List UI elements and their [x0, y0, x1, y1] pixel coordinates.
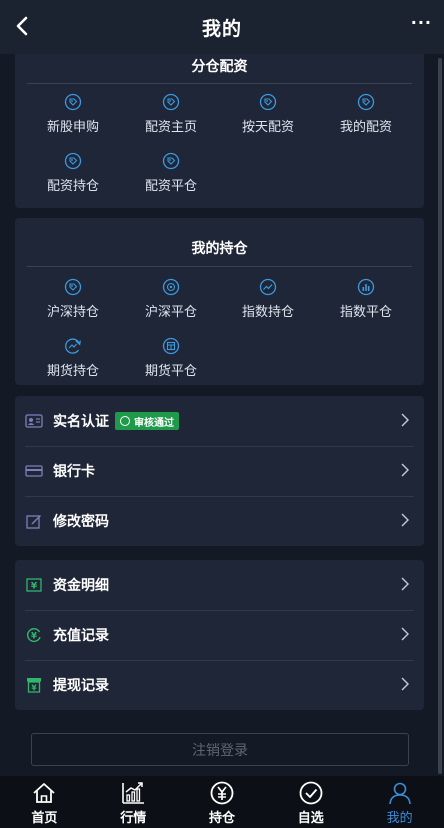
back-arrow-icon[interactable]	[10, 14, 34, 38]
account-card: 实名认证 审核通过 银行卡 修改密码	[15, 396, 424, 546]
grid-item-my-allocation[interactable]: 我的配资	[316, 93, 416, 135]
trend-icon	[259, 278, 277, 296]
row-label: 修改密码	[53, 514, 109, 530]
funds-card: ¥ 资金明细 ¥ 充值记录 ¥ 提现记录	[15, 560, 424, 710]
row-bank-card[interactable]: 银行卡	[15, 446, 424, 496]
home-icon	[33, 783, 55, 803]
tab-label: 我的	[386, 811, 413, 826]
svg-text:¥: ¥	[31, 582, 38, 592]
grid-item-allocation-positions[interactable]: 配资持仓	[23, 152, 123, 194]
svg-text:¥: ¥	[31, 684, 37, 693]
chevron-right-icon	[401, 513, 409, 527]
logout-button[interactable]: 注销登录	[31, 733, 409, 766]
tag-icon	[64, 278, 82, 296]
content-scroll-area[interactable]: 分仓配资 新股申购 配资主页 按天配资 我的配资 配资持仓 配资平仓 我的持仓	[0, 54, 444, 776]
grid-item-label: 指数持仓	[241, 305, 294, 320]
positions-card-title: 我的持仓	[191, 241, 248, 257]
money-icon: ¥	[25, 576, 43, 594]
status-badge: 审核通过	[115, 412, 179, 430]
chevron-right-icon	[401, 463, 409, 477]
recharge-icon: ¥	[25, 626, 43, 644]
chevron-right-icon	[401, 413, 409, 427]
row-label: 银行卡	[53, 464, 95, 480]
positions-card: 我的持仓 沪深持仓 沪深平仓 指数持仓 指数平仓 期货持仓 期货平仓	[15, 218, 424, 385]
top-nav-bar: 我的 ···	[0, 0, 444, 54]
grid-item-allocation-closed[interactable]: 配资平仓	[121, 152, 221, 194]
market-chart-icon	[122, 782, 145, 804]
tab-me[interactable]: 我的	[355, 776, 444, 828]
chevron-right-icon	[401, 627, 409, 641]
target-icon	[162, 278, 180, 296]
row-label: 资金明细	[53, 578, 109, 594]
edit-icon	[25, 512, 43, 530]
scrollbar[interactable]	[438, 58, 442, 774]
status-badge-text: 审核通过	[134, 417, 174, 429]
allocation-card-title: 分仓配资	[191, 59, 248, 75]
chevron-right-icon	[401, 577, 409, 591]
grid-item-label: 配资平仓	[144, 179, 197, 194]
tag-icon	[162, 93, 180, 111]
tag-icon	[64, 93, 82, 111]
grid-item-futures-closed[interactable]: 期货平仓	[121, 337, 221, 379]
check-circle-icon	[299, 781, 323, 805]
grid-item-label: 按天配资	[241, 120, 294, 135]
svg-text:¥: ¥	[31, 632, 37, 642]
tab-label: 持仓	[208, 811, 235, 826]
tag-icon	[357, 93, 375, 111]
grid-item-sh-sz-closed[interactable]: 沪深平仓	[121, 278, 221, 320]
row-recharge-records[interactable]: ¥ 充值记录	[15, 610, 424, 660]
grid-item-label: 期货持仓	[46, 364, 99, 379]
bank-card-icon	[25, 462, 43, 480]
grid-item-daily-allocation[interactable]: 按天配资	[218, 93, 318, 135]
divider	[27, 266, 412, 267]
grid-item-label: 我的配资	[339, 120, 392, 135]
tab-home[interactable]: 首页	[0, 776, 89, 828]
bar-chart-icon	[357, 278, 375, 296]
bottom-tab-bar: 首页 行情 持仓 自选 我的	[0, 776, 444, 828]
id-card-icon	[25, 412, 43, 430]
grid-item-label: 新股申购	[46, 120, 99, 135]
row-fund-details[interactable]: ¥ 资金明细	[15, 560, 424, 610]
tag-icon	[64, 152, 82, 170]
tab-watchlist[interactable]: 自选	[266, 776, 355, 828]
yen-icon	[210, 781, 234, 805]
grid-item-sh-sz-positions[interactable]: 沪深持仓	[23, 278, 123, 320]
row-label: 提现记录	[53, 678, 109, 694]
grid-item-index-positions[interactable]: 指数持仓	[218, 278, 318, 320]
row-label: 充值记录	[53, 628, 109, 644]
check-circle-icon	[120, 416, 130, 426]
more-menu-button[interactable]: ···	[411, 13, 432, 32]
tab-label: 首页	[31, 811, 58, 826]
tag-icon	[259, 93, 277, 111]
grid-item-label: 配资持仓	[46, 179, 99, 194]
withdraw-icon: ¥	[25, 676, 43, 694]
refresh-icon	[65, 338, 81, 354]
chevron-right-icon	[401, 677, 409, 691]
tab-label: 行情	[120, 811, 147, 826]
row-change-password[interactable]: 修改密码	[15, 496, 424, 546]
tab-label: 自选	[297, 811, 324, 826]
grid-item-futures-positions[interactable]: 期货持仓	[23, 337, 123, 379]
grid-item-label: 沪深持仓	[46, 305, 99, 320]
row-real-name-verification[interactable]: 实名认证 审核通过	[15, 396, 424, 446]
grid-item-label: 沪深平仓	[144, 305, 197, 320]
row-label: 实名认证	[53, 414, 109, 430]
user-icon	[388, 782, 411, 805]
divider	[27, 83, 412, 84]
grid-item-label: 指数平仓	[339, 305, 392, 320]
tag-icon	[162, 152, 180, 170]
grid-item-ipo-subscribe[interactable]: 新股申购	[23, 93, 123, 135]
grid-item-index-closed[interactable]: 指数平仓	[316, 278, 416, 320]
grid-item-label: 期货平仓	[144, 364, 197, 379]
page-title: 我的	[201, 17, 242, 40]
grid-item-allocation-home[interactable]: 配资主页	[121, 93, 221, 135]
grid-item-label: 配资主页	[144, 120, 197, 135]
tab-positions[interactable]: 持仓	[178, 776, 267, 828]
row-withdraw-records[interactable]: ¥ 提现记录	[15, 660, 424, 710]
calendar-icon	[162, 337, 180, 355]
tab-market[interactable]: 行情	[89, 776, 178, 828]
allocation-card: 分仓配资 新股申购 配资主页 按天配资 我的配资 配资持仓 配资平仓	[15, 54, 424, 208]
